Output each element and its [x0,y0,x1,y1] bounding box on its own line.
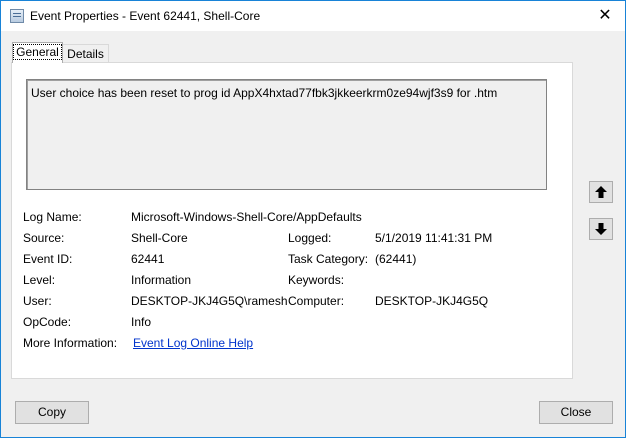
arrow-down-icon [595,223,607,235]
user-label: User: [23,294,52,308]
close-button[interactable]: Close [539,401,613,424]
keywords-label: Keywords: [288,273,345,287]
computer-value: DESKTOP-JKJ4G5Q [375,294,489,308]
computer-label: Computer: [288,294,345,308]
next-event-button[interactable] [589,218,613,240]
logged-label: Logged: [288,231,332,245]
general-tab-panel: User choice has been reset to prog id Ap… [11,62,573,379]
task-category-value: (62441) [375,252,417,266]
event-id-label: Event ID: [23,252,73,266]
task-category-label: Task Category: [288,252,369,266]
more-information-label: More Information: [23,336,118,350]
description-text: User choice has been reset to prog id Ap… [31,86,498,100]
level-label: Level: [23,273,56,287]
description-box[interactable]: User choice has been reset to prog id Ap… [26,79,547,190]
log-name-value: Microsoft-Windows-Shell-Core/AppDefaults [131,210,362,224]
event-id-value: 62441 [131,252,165,266]
source-value: Shell-Core [131,231,188,245]
event-properties-icon [10,9,24,23]
opcode-value: Info [131,315,152,329]
window-title: Event Properties - Event 62441, Shell-Co… [30,9,261,23]
title-bar[interactable]: Event Properties - Event 62441, Shell-Co… [1,1,625,31]
log-name-label: Log Name: [23,210,82,224]
event-log-online-help-link[interactable]: Event Log Online Help [133,336,253,350]
tab-details-label: Details [67,47,104,61]
level-value: Information [131,273,192,287]
copy-button[interactable]: Copy [15,401,89,424]
logged-value: 5/1/2019 11:41:31 PM [375,231,493,245]
event-properties-window: Event Properties - Event 62441, Shell-Co… [0,0,626,438]
source-label: Source: [23,231,65,245]
arrow-up-icon [595,186,607,198]
close-icon[interactable]: ✕ [585,1,625,31]
tab-general-label: General [13,44,62,60]
tab-details[interactable]: Details [62,44,109,63]
previous-event-button[interactable] [589,181,613,203]
tab-general[interactable]: General [12,42,63,63]
user-value: DESKTOP-JKJ4G5Q\ramesh [131,294,288,308]
opcode-label: OpCode: [23,315,72,329]
